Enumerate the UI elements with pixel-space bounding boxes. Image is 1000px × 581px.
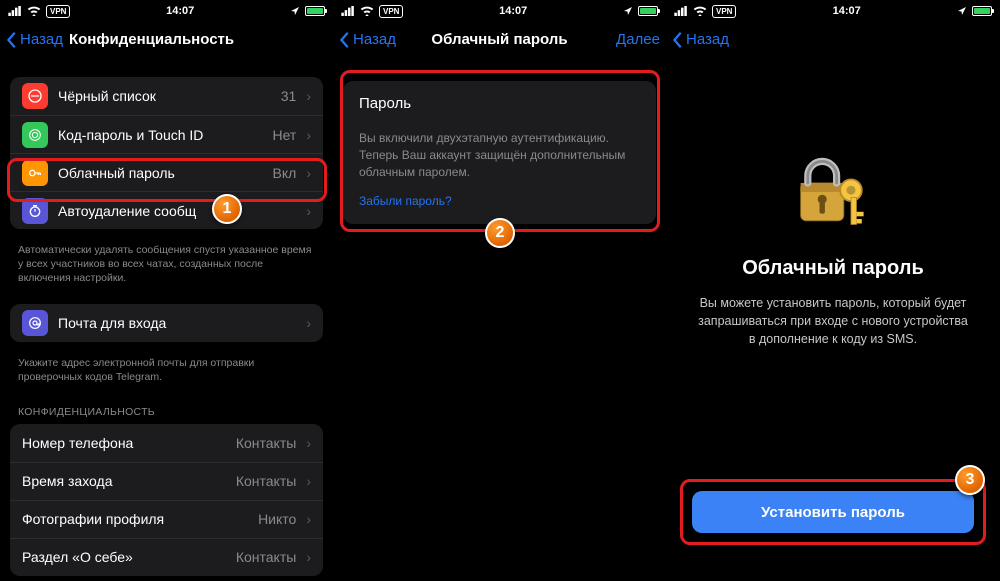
security-group: Чёрный список 31 › Код-пароль и Touch ID…: [10, 77, 323, 229]
row-label: Раздел «О себе»: [22, 549, 226, 565]
row-value: 31: [281, 88, 297, 104]
row-label: Номер телефона: [22, 435, 226, 451]
row-value: Нет: [272, 127, 296, 143]
row-phone-number[interactable]: Номер телефона Контакты ›: [10, 424, 323, 462]
row-value: Контакты: [236, 473, 296, 489]
location-icon: [623, 6, 633, 16]
screen-cloud-password-intro: VPN 14:07 Назад: [666, 0, 1000, 581]
wifi-icon: [27, 6, 41, 16]
page-title: Конфиденциальность: [69, 31, 234, 48]
row-label: Чёрный список: [58, 88, 271, 104]
row-bio[interactable]: Раздел «О себе» Контакты ›: [10, 538, 323, 576]
wifi-icon: [360, 6, 374, 16]
row-login-email[interactable]: Почта для входа ›: [10, 304, 323, 342]
fingerprint-icon: [22, 122, 48, 148]
row-passcode[interactable]: Код-пароль и Touch ID Нет ›: [10, 115, 323, 153]
back-button[interactable]: Назад: [6, 31, 63, 49]
status-bar: VPN 14:07: [666, 0, 1000, 22]
at-icon: [22, 310, 48, 336]
status-time: 14:07: [833, 5, 861, 17]
row-profile-photos[interactable]: Фотографии профиля Никто ›: [10, 500, 323, 538]
location-icon: [957, 6, 967, 16]
chevron-right-icon: ›: [306, 549, 311, 565]
battery-icon: [972, 6, 992, 16]
next-button[interactable]: Далее: [616, 31, 660, 48]
row-label: Автоудаление сообщ: [58, 203, 296, 219]
row-last-seen[interactable]: Время захода Контакты ›: [10, 462, 323, 500]
chevron-right-icon: ›: [306, 473, 311, 489]
battery-icon: [305, 6, 325, 16]
nav-bar: Назад: [666, 22, 1000, 57]
back-label: Назад: [353, 31, 396, 48]
back-button[interactable]: Назад: [672, 31, 729, 49]
group-footer: Автоматически удалять сообщения спустя у…: [0, 239, 333, 294]
row-label: Облачный пароль: [58, 165, 263, 181]
row-blacklist[interactable]: Чёрный список 31 ›: [10, 77, 323, 115]
row-label: Время захода: [22, 473, 226, 489]
timer-icon: [22, 198, 48, 224]
wifi-icon: [693, 6, 707, 16]
chevron-right-icon: ›: [306, 88, 311, 104]
lock-key-icon: [788, 147, 878, 237]
chevron-right-icon: ›: [306, 435, 311, 451]
group-header: КОНФИДЕНЦИАЛЬНОСТЬ: [0, 392, 333, 422]
screen-privacy: VPN 14:07 Назад Конфиденциальность Чёрны…: [0, 0, 333, 581]
back-label: Назад: [20, 31, 63, 48]
status-time: 14:07: [166, 5, 194, 17]
back-button[interactable]: Назад: [339, 31, 396, 49]
card-text: Вы включили двухэтапную аутентификацию. …: [359, 130, 640, 180]
row-auto-delete[interactable]: Автоудаление сообщ ›: [10, 191, 323, 229]
intro-content: Облачный пароль Вы можете установить пар…: [666, 57, 1000, 348]
signal-icon: [341, 6, 355, 16]
email-group: Почта для входа ›: [10, 304, 323, 342]
intro-text: Вы можете установить пароль, который буд…: [694, 294, 972, 348]
row-value: Контакты: [236, 435, 296, 451]
row-label: Фотографии профиля: [22, 511, 248, 527]
row-label: Код-пароль и Touch ID: [58, 127, 262, 143]
battery-icon: [638, 6, 658, 16]
stop-icon: [22, 83, 48, 109]
key-icon: [22, 160, 48, 186]
screen-cloud-password: VPN 14:07 Назад Облачный пароль Далее Па…: [333, 0, 666, 581]
row-value: Вкл: [273, 165, 297, 181]
chevron-right-icon: ›: [306, 511, 311, 527]
forgot-password-link[interactable]: Забыли пароль?: [359, 194, 640, 208]
status-bar: VPN 14:07: [0, 0, 333, 22]
nav-bar: Назад Облачный пароль Далее: [333, 22, 666, 57]
nav-bar: Назад Конфиденциальность: [0, 22, 333, 57]
intro-title: Облачный пароль: [742, 257, 924, 280]
chevron-right-icon: ›: [306, 127, 311, 143]
status-time: 14:07: [499, 5, 527, 17]
chevron-right-icon: ›: [306, 315, 311, 331]
chevron-right-icon: ›: [306, 203, 311, 219]
signal-icon: [8, 6, 22, 16]
vpn-badge: VPN: [379, 5, 403, 18]
card-title: Пароль: [359, 95, 640, 112]
signal-icon: [674, 6, 688, 16]
row-value: Никто: [258, 511, 296, 527]
vpn-badge: VPN: [46, 5, 70, 18]
password-card: Пароль Вы включили двухэтапную аутентифи…: [343, 81, 656, 224]
privacy-group: Номер телефона Контакты › Время захода К…: [10, 424, 323, 576]
group-footer: Укажите адрес электронной почты для отпр…: [0, 352, 333, 392]
set-password-button[interactable]: Установить пароль: [692, 491, 974, 533]
chevron-right-icon: ›: [306, 165, 311, 181]
vpn-badge: VPN: [712, 5, 736, 18]
back-label: Назад: [686, 31, 729, 48]
row-label: Почта для входа: [58, 315, 296, 331]
row-value: Контакты: [236, 549, 296, 565]
location-icon: [290, 6, 300, 16]
status-bar: VPN 14:07: [333, 0, 666, 22]
row-cloud-password[interactable]: Облачный пароль Вкл ›: [10, 153, 323, 191]
